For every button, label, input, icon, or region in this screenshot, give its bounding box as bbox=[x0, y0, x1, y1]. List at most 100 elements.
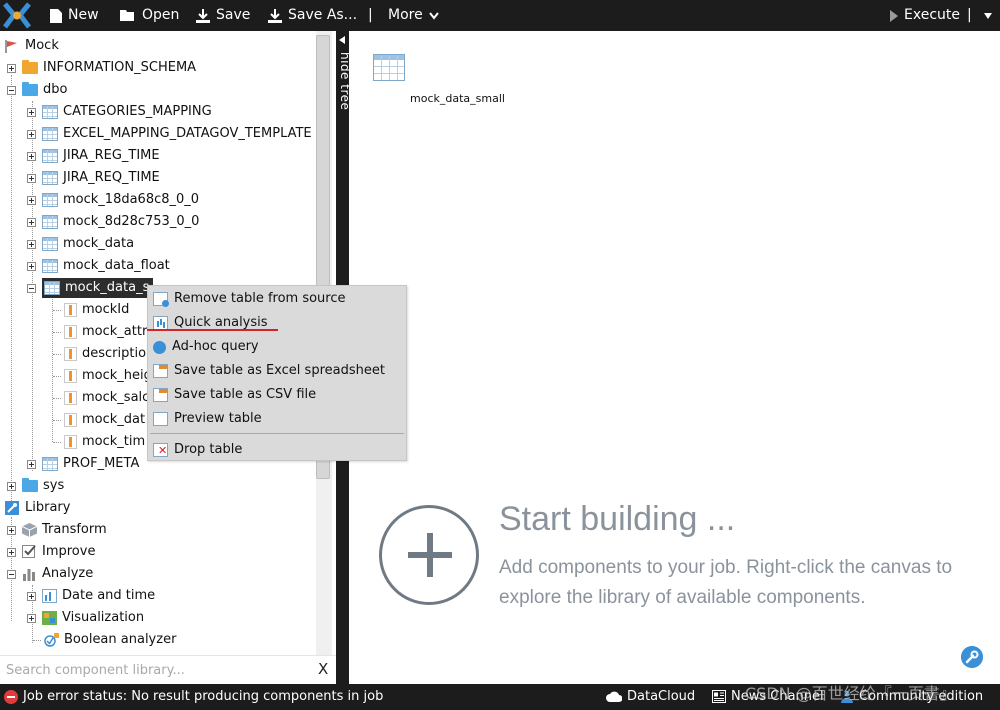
tree-root-library[interactable]: Library bbox=[5, 497, 70, 519]
menu-item-label: Ad-hoc query bbox=[172, 339, 259, 354]
column-row[interactable]: mock_dat bbox=[64, 409, 145, 431]
expand-icon[interactable] bbox=[27, 129, 36, 139]
folder-open-icon bbox=[120, 10, 134, 21]
more-menu-button[interactable]: More bbox=[388, 0, 439, 31]
canvas-table-node-icon[interactable] bbox=[373, 54, 405, 81]
table-icon bbox=[42, 237, 58, 251]
tree-table-row[interactable]: CATEGORIES_MAPPING bbox=[27, 101, 212, 123]
table-icon bbox=[42, 457, 58, 471]
collapse-left-icon[interactable] bbox=[339, 36, 345, 44]
column-label: mock_dat bbox=[82, 412, 146, 427]
expand-icon[interactable] bbox=[27, 591, 36, 601]
column-row[interactable]: mock_attr bbox=[64, 321, 147, 343]
app-logo-icon[interactable] bbox=[2, 1, 32, 30]
save-button[interactable]: Save bbox=[196, 0, 250, 31]
start-building-title: Start building ... bbox=[499, 500, 736, 538]
play-icon bbox=[890, 9, 898, 22]
tree-table-row-selected[interactable]: mock_data_s bbox=[27, 277, 154, 299]
category-label: Improve bbox=[42, 544, 96, 559]
table-label: mock_data_s bbox=[65, 280, 150, 295]
expand-icon[interactable] bbox=[27, 459, 36, 469]
canvas-node-label[interactable]: mock_data_small bbox=[410, 92, 505, 105]
new-button[interactable]: New bbox=[50, 0, 99, 31]
tree-guide bbox=[33, 640, 41, 641]
menu-item-remove-table[interactable]: Remove table from source bbox=[148, 287, 406, 311]
clear-search-button[interactable]: X bbox=[318, 660, 328, 678]
table-label: EXCEL_MAPPING_DATAGOV_TEMPLATE bbox=[63, 126, 312, 141]
menu-item-label: Save table as Excel spreadsheet bbox=[174, 363, 385, 378]
library-sub-visualization[interactable]: Visualization bbox=[27, 607, 144, 629]
menu-item-save-excel[interactable]: Save table as Excel spreadsheet bbox=[148, 359, 406, 383]
execute-separator: | bbox=[967, 7, 972, 23]
tree-item-dbo[interactable]: dbo bbox=[7, 79, 67, 101]
query-icon bbox=[153, 340, 166, 354]
collapse-icon[interactable] bbox=[7, 569, 16, 579]
datacloud-link[interactable]: DataCloud bbox=[606, 689, 695, 704]
tree-table-row[interactable]: PROF_META bbox=[27, 453, 139, 475]
tree-table-row[interactable]: EXCEL_MAPPING_DATAGOV_TEMPLATE bbox=[27, 123, 312, 145]
column-row[interactable]: mock_heig bbox=[64, 365, 152, 387]
menu-item-drop-table[interactable]: Drop table bbox=[148, 438, 406, 462]
expand-icon[interactable] bbox=[27, 173, 36, 183]
column-row[interactable]: mockId bbox=[64, 299, 129, 321]
expand-icon[interactable] bbox=[27, 151, 36, 161]
tree-root-mock[interactable]: Mock bbox=[5, 35, 59, 57]
add-component-icon[interactable] bbox=[379, 505, 479, 605]
table-label: CATEGORIES_MAPPING bbox=[63, 104, 212, 119]
menu-item-save-csv[interactable]: Save table as CSV file bbox=[148, 383, 406, 407]
selected-table[interactable]: mock_data_s bbox=[42, 278, 154, 298]
tree-item-information-schema[interactable]: INFORMATION_SCHEMA bbox=[7, 57, 196, 79]
tree-table-row[interactable]: mock_18da68c8_0_0 bbox=[27, 189, 199, 211]
library-category-improve[interactable]: Improve bbox=[7, 541, 95, 563]
column-icon bbox=[64, 435, 77, 449]
execute-button[interactable]: Execute bbox=[890, 0, 960, 31]
column-icon bbox=[64, 303, 77, 317]
library-sub-date-time[interactable]: Date and time bbox=[27, 585, 155, 607]
column-row[interactable]: descriptio bbox=[64, 343, 146, 365]
expand-icon[interactable] bbox=[27, 261, 36, 271]
tree-table-row[interactable]: mock_data_float bbox=[27, 255, 170, 277]
excel-export-icon bbox=[153, 364, 168, 378]
collapse-icon[interactable] bbox=[27, 283, 36, 293]
category-label: Analyze bbox=[42, 566, 94, 581]
wrench-icon[interactable] bbox=[961, 646, 983, 668]
expand-icon[interactable] bbox=[27, 239, 36, 249]
tree-table-row[interactable]: JIRA_REG_TIME bbox=[27, 145, 160, 167]
menu-item-adhoc-query[interactable]: Ad-hoc query bbox=[148, 335, 406, 359]
open-button[interactable]: Open bbox=[120, 0, 179, 31]
library-label: Library bbox=[25, 500, 71, 515]
tree-table-row[interactable]: JIRA_REQ_TIME bbox=[27, 167, 160, 189]
column-icon bbox=[64, 369, 77, 383]
table-label: JIRA_REQ_TIME bbox=[63, 170, 160, 185]
expand-icon[interactable] bbox=[27, 613, 36, 623]
tree-item-sys[interactable]: sys bbox=[7, 475, 64, 497]
expand-icon[interactable] bbox=[7, 481, 16, 491]
collapse-icon[interactable] bbox=[7, 85, 16, 95]
schema-folder-icon bbox=[22, 478, 38, 492]
save-as-button[interactable]: Save As... bbox=[268, 0, 357, 31]
expand-icon[interactable] bbox=[7, 63, 16, 73]
search-input[interactable] bbox=[6, 660, 306, 680]
tree-table-row[interactable]: mock_data bbox=[27, 233, 134, 255]
expand-icon[interactable] bbox=[27, 195, 36, 205]
table-icon bbox=[42, 149, 58, 163]
menu-item-label: Drop table bbox=[174, 442, 243, 457]
menu-item-quick-analysis[interactable]: Quick analysis bbox=[148, 311, 406, 335]
library-component-boolean-analyzer[interactable]: Boolean analyzer bbox=[44, 629, 176, 651]
column-row[interactable]: mock_tim bbox=[64, 431, 145, 453]
table-label: mock_8d28c753_0_0 bbox=[63, 214, 200, 229]
menu-item-preview-table[interactable]: Preview table bbox=[148, 407, 406, 431]
tree-table-row[interactable]: mock_8d28c753_0_0 bbox=[27, 211, 199, 233]
column-row[interactable]: mock_salc bbox=[64, 387, 149, 409]
expand-icon[interactable] bbox=[7, 525, 16, 535]
expand-icon[interactable] bbox=[7, 547, 16, 557]
library-category-transform[interactable]: Transform bbox=[7, 519, 107, 541]
execute-dropdown-button[interactable] bbox=[984, 0, 992, 31]
library-category-analyze[interactable]: Analyze bbox=[7, 563, 93, 585]
schema-folder-icon bbox=[22, 82, 38, 96]
tree-guide bbox=[53, 420, 61, 421]
expand-icon[interactable] bbox=[27, 217, 36, 227]
category-label: Transform bbox=[42, 522, 107, 537]
expand-icon[interactable] bbox=[27, 107, 36, 117]
calendar-chart-icon bbox=[42, 589, 57, 603]
